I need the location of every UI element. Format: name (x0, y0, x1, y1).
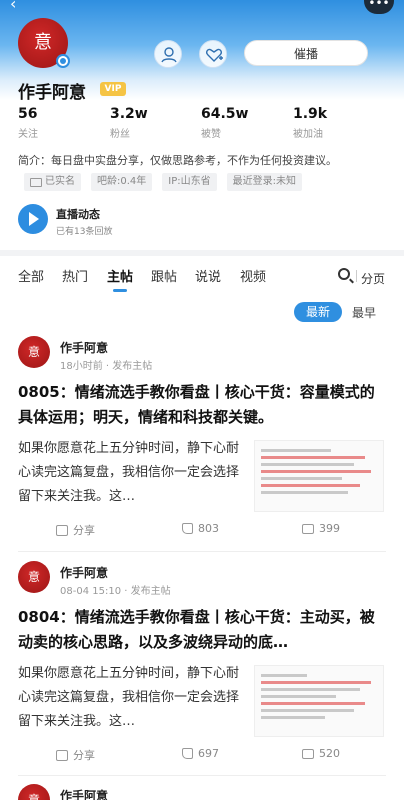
share-icon (56, 524, 68, 536)
tag-label: 已实名 (45, 176, 75, 187)
tab-hot[interactable]: 热门 (62, 266, 88, 285)
id-card-icon (30, 177, 42, 187)
content-tabs: 全部 热门 主帖 跟帖 说说 视频 (18, 266, 388, 290)
stat-fans[interactable]: 3.2w 粉丝 (110, 106, 148, 140)
post-author-avatar[interactable]: 意 (18, 561, 50, 593)
tab-all[interactable]: 全部 (18, 266, 44, 285)
post-author-name[interactable]: 作手阿意 (60, 787, 108, 800)
share-label: 分享 (73, 749, 95, 762)
thumbs-up-icon (182, 748, 193, 759)
post-author-name[interactable]: 作手阿意 (60, 564, 108, 581)
post-author-name[interactable]: 作手阿意 (60, 339, 108, 356)
live-title: 直播动态 (56, 208, 100, 221)
post-meta: 08-04 15:10 · 发布主帖 (60, 586, 171, 597)
heart-plus-icon[interactable] (199, 40, 227, 68)
tag-label: 最近登录:未知 (232, 176, 297, 187)
profile-bio: 简介：每日盘中实盘分享，仅做思路参考，不作为任何投资建议。 (18, 154, 337, 167)
post-thumbnail[interactable] (254, 665, 384, 737)
divider (356, 270, 357, 282)
tab-videos[interactable]: 视频 (240, 266, 266, 285)
back-arrow-icon[interactable]: ‹ (10, 0, 28, 13)
post-title[interactable]: 0805：情绪流选手教你看盘丨核心干货：容量模式的具体运用；明天，情绪和科技都关… (18, 380, 386, 430)
vip-badge[interactable]: VIP (100, 82, 126, 96)
stat-value: 1.9k (293, 106, 328, 122)
verified-badge-icon (56, 54, 70, 68)
share-button[interactable]: 分享 (56, 747, 95, 763)
comment-count: 520 (319, 747, 340, 760)
post-actions: 分享 803 399 (18, 522, 386, 540)
comment-icon (302, 748, 314, 759)
stat-label: 被赞 (201, 129, 221, 140)
tag-real-name: 已实名 (24, 173, 81, 191)
search-icon[interactable] (338, 268, 350, 280)
tag-label: 吧龄:0.4年 (97, 176, 147, 187)
stat-following[interactable]: 56 关注 (18, 106, 38, 140)
comment-button[interactable]: 399 (302, 522, 340, 535)
stat-likes[interactable]: 64.5w 被赞 (201, 106, 248, 140)
like-button[interactable]: 803 (182, 522, 219, 535)
like-button[interactable]: 697 (182, 747, 219, 760)
post-thumbnail[interactable] (254, 440, 384, 512)
pagination-button[interactable]: 分页 (361, 270, 385, 287)
post-excerpt[interactable]: 如果你愿意花上五分钟时间，静下心耐心读完这篇复盘，我相信你一定会选择留下来关注我… (18, 437, 250, 509)
post-author-avatar[interactable]: 意 (18, 336, 50, 368)
comment-count: 399 (319, 522, 340, 535)
stat-label: 被加油 (293, 129, 323, 140)
sort-earliest-button[interactable]: 最早 (352, 304, 376, 321)
post-divider (18, 551, 386, 552)
tag-label: IP:山东省 (168, 176, 211, 187)
share-label: 分享 (73, 524, 95, 537)
like-count: 803 (198, 522, 219, 535)
comment-button[interactable]: 520 (302, 747, 340, 760)
post-divider (18, 775, 386, 776)
stat-cheers[interactable]: 1.9k 被加油 (293, 106, 327, 140)
profile-name: 作手阿意 (18, 83, 86, 103)
share-button[interactable]: 分享 (56, 522, 95, 538)
post-title[interactable]: 0804：情绪流选手教你看盘丨核心干货：主动买，被动卖的核心思路，以及多波绕异动… (18, 605, 386, 655)
like-count: 697 (198, 747, 219, 760)
stat-label: 关注 (18, 129, 38, 140)
tab-replies[interactable]: 跟帖 (151, 266, 177, 285)
share-icon (56, 749, 68, 761)
stat-value: 3.2w (110, 106, 148, 122)
tab-main-posts[interactable]: 主帖 (107, 266, 133, 285)
user-profile-icon[interactable] (154, 40, 182, 68)
profile-stats: 56 关注 3.2w 粉丝 64.5w 被赞 1.9k 被加油 (18, 106, 388, 140)
tag-last-login: 最近登录:未知 (226, 173, 303, 191)
profile-tags: 已实名 吧龄:0.4年 IP:山东省 最近登录:未知 (24, 173, 303, 191)
post-meta: 18小时前 · 发布主帖 (60, 361, 153, 372)
tag-ip-location: IP:山东省 (162, 173, 217, 191)
stat-value: 56 (18, 106, 38, 122)
post-excerpt[interactable]: 如果你愿意花上五分钟时间，静下心耐心读完这篇复盘，我相信你一定会选择留下来关注我… (18, 662, 250, 734)
tag-account-age: 吧龄:0.4年 (91, 173, 153, 191)
thumbs-up-icon (182, 523, 193, 534)
tab-talks[interactable]: 说说 (195, 266, 221, 285)
stat-value: 64.5w (201, 106, 249, 122)
urge-broadcast-button[interactable]: 催播 (244, 40, 368, 66)
post-actions: 分享 697 520 (18, 747, 386, 765)
active-tab-indicator (113, 289, 127, 292)
stat-label: 粉丝 (110, 129, 130, 140)
sort-newest-button[interactable]: 最新 (294, 302, 342, 322)
live-replay-count: 已有13条回放 (56, 227, 113, 237)
comment-icon (302, 523, 314, 534)
live-play-icon (18, 204, 48, 234)
